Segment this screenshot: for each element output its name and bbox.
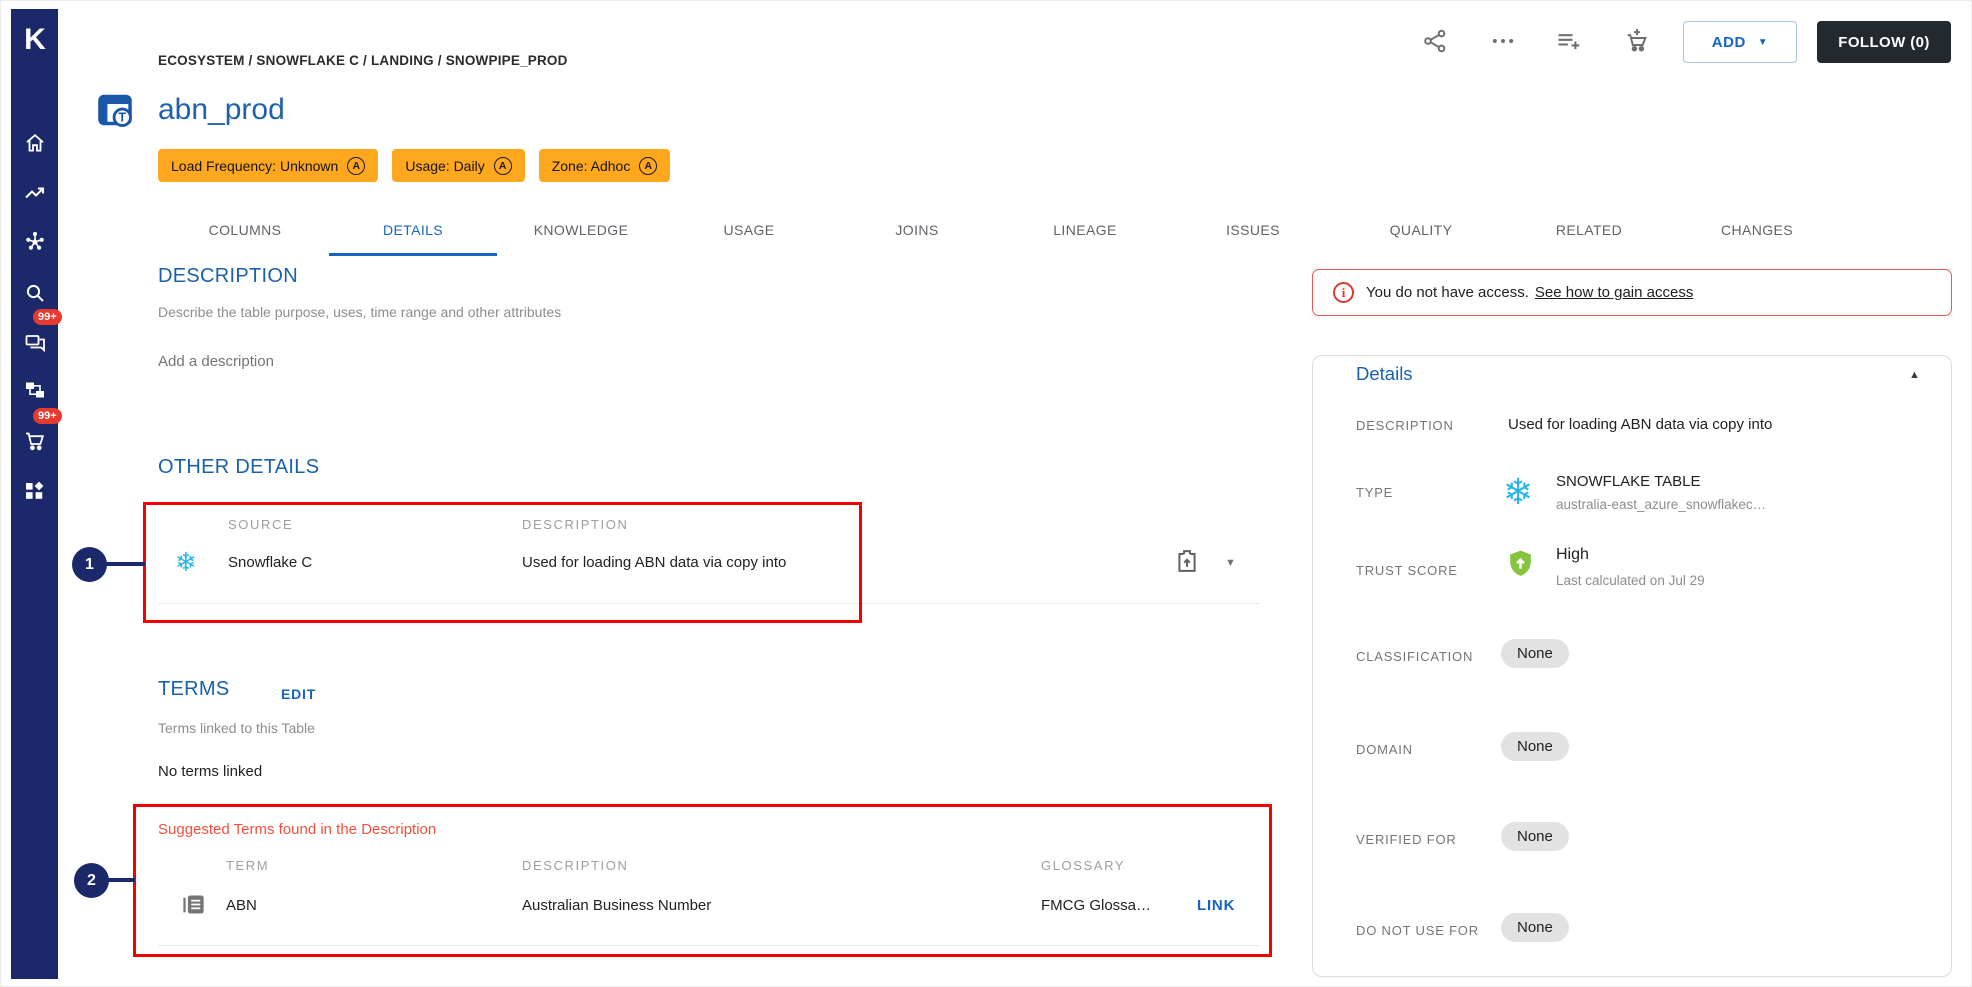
annotation-marker-2: 2: [74, 863, 109, 898]
add-button-label: ADD: [1711, 33, 1746, 51]
home-icon[interactable]: [23, 131, 47, 155]
do-not-use-value-pill: None: [1501, 913, 1569, 942]
app-window: K 99+ 99+ ADD ▼ FOLLOW (0) ECOSYSTEM / S…: [0, 0, 1972, 987]
tab-bar: COLUMNS DETAILS KNOWLEDGE USAGE JOINS LI…: [161, 204, 1841, 256]
details-description-value: Used for loading ABN data via copy into: [1508, 416, 1773, 433]
more-options-icon[interactable]: [1489, 27, 1517, 55]
details-trust-subtext: Last calculated on Jul 29: [1556, 573, 1705, 588]
tab-changes[interactable]: CHANGES: [1673, 204, 1841, 256]
badge-usage-label: Usage: Daily: [405, 157, 485, 174]
tab-columns[interactable]: COLUMNS: [161, 204, 329, 256]
badge-load-frequency-label: Load Frequency: Unknown: [171, 157, 339, 174]
details-type-label: TYPE: [1356, 485, 1394, 500]
chat-count-badge: 99+: [33, 309, 62, 325]
tab-quality[interactable]: QUALITY: [1337, 204, 1505, 256]
annotation-line-2: [107, 878, 135, 882]
snowflake-type-icon: ❄: [1503, 471, 1534, 512]
apps-grid-icon[interactable]: [23, 479, 47, 503]
add-button[interactable]: ADD ▼: [1683, 21, 1797, 63]
row-actions-chevron-icon[interactable]: ▼: [1225, 557, 1236, 569]
domain-value-pill: None: [1501, 732, 1569, 761]
cart-count-badge: 99+: [33, 408, 62, 424]
app-logo[interactable]: K: [11, 23, 58, 57]
annotation-box-2: [133, 804, 1272, 957]
add-description-placeholder[interactable]: Add a description: [158, 353, 274, 370]
annotation-line-1: [105, 562, 145, 566]
collapse-panel-icon[interactable]: ▲: [1909, 369, 1920, 381]
details-panel-title: Details: [1356, 363, 1413, 384]
terms-heading: TERMS: [158, 678, 230, 700]
terms-edit-button[interactable]: EDIT: [281, 686, 316, 702]
badge-usage[interactable]: Usage: Daily A: [392, 149, 525, 182]
details-trust-label: TRUST SCORE: [1356, 563, 1458, 578]
details-do-not-use-label: DO NOT USE FOR: [1356, 923, 1479, 938]
follow-button-label: FOLLOW (0): [1838, 33, 1930, 51]
access-warning-message: You do not have access.: [1366, 284, 1529, 301]
search-icon[interactable]: [23, 281, 47, 305]
badge-zone[interactable]: Zone: Adhoc A: [538, 149, 671, 182]
table-type-icon: T: [96, 91, 134, 129]
trending-icon[interactable]: [23, 181, 47, 205]
cart-icon[interactable]: [23, 429, 47, 453]
auto-classified-icon: A: [347, 156, 366, 175]
description-section-subtitle: Describe the table purpose, uses, time r…: [158, 304, 562, 320]
details-panel: [1312, 355, 1952, 977]
gain-access-link[interactable]: See how to gain access: [1535, 284, 1693, 301]
svg-text:T: T: [118, 111, 126, 125]
badge-zone-label: Zone: Adhoc: [551, 157, 631, 174]
page-title: abn_prod: [158, 93, 285, 126]
publish-clipboard-icon[interactable]: [1173, 547, 1201, 575]
details-classification-label: CLASSIFICATION: [1356, 649, 1474, 664]
annotation-box-1: [143, 502, 862, 623]
tab-lineage[interactable]: LINEAGE: [1001, 204, 1169, 256]
breadcrumb[interactable]: ECOSYSTEM / SNOWFLAKE C / LANDING / SNOW…: [158, 53, 568, 68]
details-verified-label: VERIFIED FOR: [1356, 832, 1457, 847]
auto-classified-icon: A: [639, 156, 658, 175]
trust-shield-icon: [1505, 548, 1536, 579]
attribute-badges: Load Frequency: Unknown A Usage: Daily A…: [158, 149, 671, 182]
hub-icon[interactable]: [23, 229, 47, 253]
follow-button[interactable]: FOLLOW (0): [1817, 21, 1951, 63]
tab-issues[interactable]: ISSUES: [1169, 204, 1337, 256]
sidebar: K 99+ 99+: [11, 9, 62, 979]
auto-classified-icon: A: [493, 156, 512, 175]
tab-usage[interactable]: USAGE: [665, 204, 833, 256]
description-section-heading: DESCRIPTION: [158, 265, 298, 287]
terms-empty-state: No terms linked: [158, 763, 263, 780]
verified-for-value-pill: None: [1501, 822, 1569, 851]
chevron-down-icon: ▼: [1757, 36, 1769, 48]
classification-value-pill: None: [1501, 639, 1569, 668]
share-icon[interactable]: [1421, 27, 1449, 55]
details-description-label: DESCRIPTION: [1356, 418, 1454, 433]
annotation-marker-1: 1: [72, 547, 107, 582]
access-warning-banner: i You do not have access. See how to gain…: [1312, 269, 1952, 316]
sitemap-icon[interactable]: [23, 379, 47, 403]
add-to-cart-icon[interactable]: [1623, 27, 1651, 55]
tab-related[interactable]: RELATED: [1505, 204, 1673, 256]
info-icon: i: [1333, 282, 1354, 303]
access-warning-text: You do not have access. See how to gain a…: [1366, 284, 1693, 301]
other-details-heading: OTHER DETAILS: [158, 456, 320, 478]
chat-icon[interactable]: [23, 331, 47, 355]
details-type-value: SNOWFLAKE TABLE: [1556, 473, 1701, 490]
details-type-subtext: australia-east_azure_snowflakec…: [1556, 497, 1767, 512]
details-trust-value: High: [1556, 546, 1589, 563]
tab-knowledge[interactable]: KNOWLEDGE: [497, 204, 665, 256]
badge-load-frequency[interactable]: Load Frequency: Unknown A: [158, 149, 379, 182]
details-domain-label: DOMAIN: [1356, 742, 1413, 757]
tab-details[interactable]: DETAILS: [329, 204, 497, 256]
tab-joins[interactable]: JOINS: [833, 204, 1001, 256]
terms-subtitle: Terms linked to this Table: [158, 720, 315, 736]
playlist-add-icon[interactable]: [1555, 27, 1583, 55]
